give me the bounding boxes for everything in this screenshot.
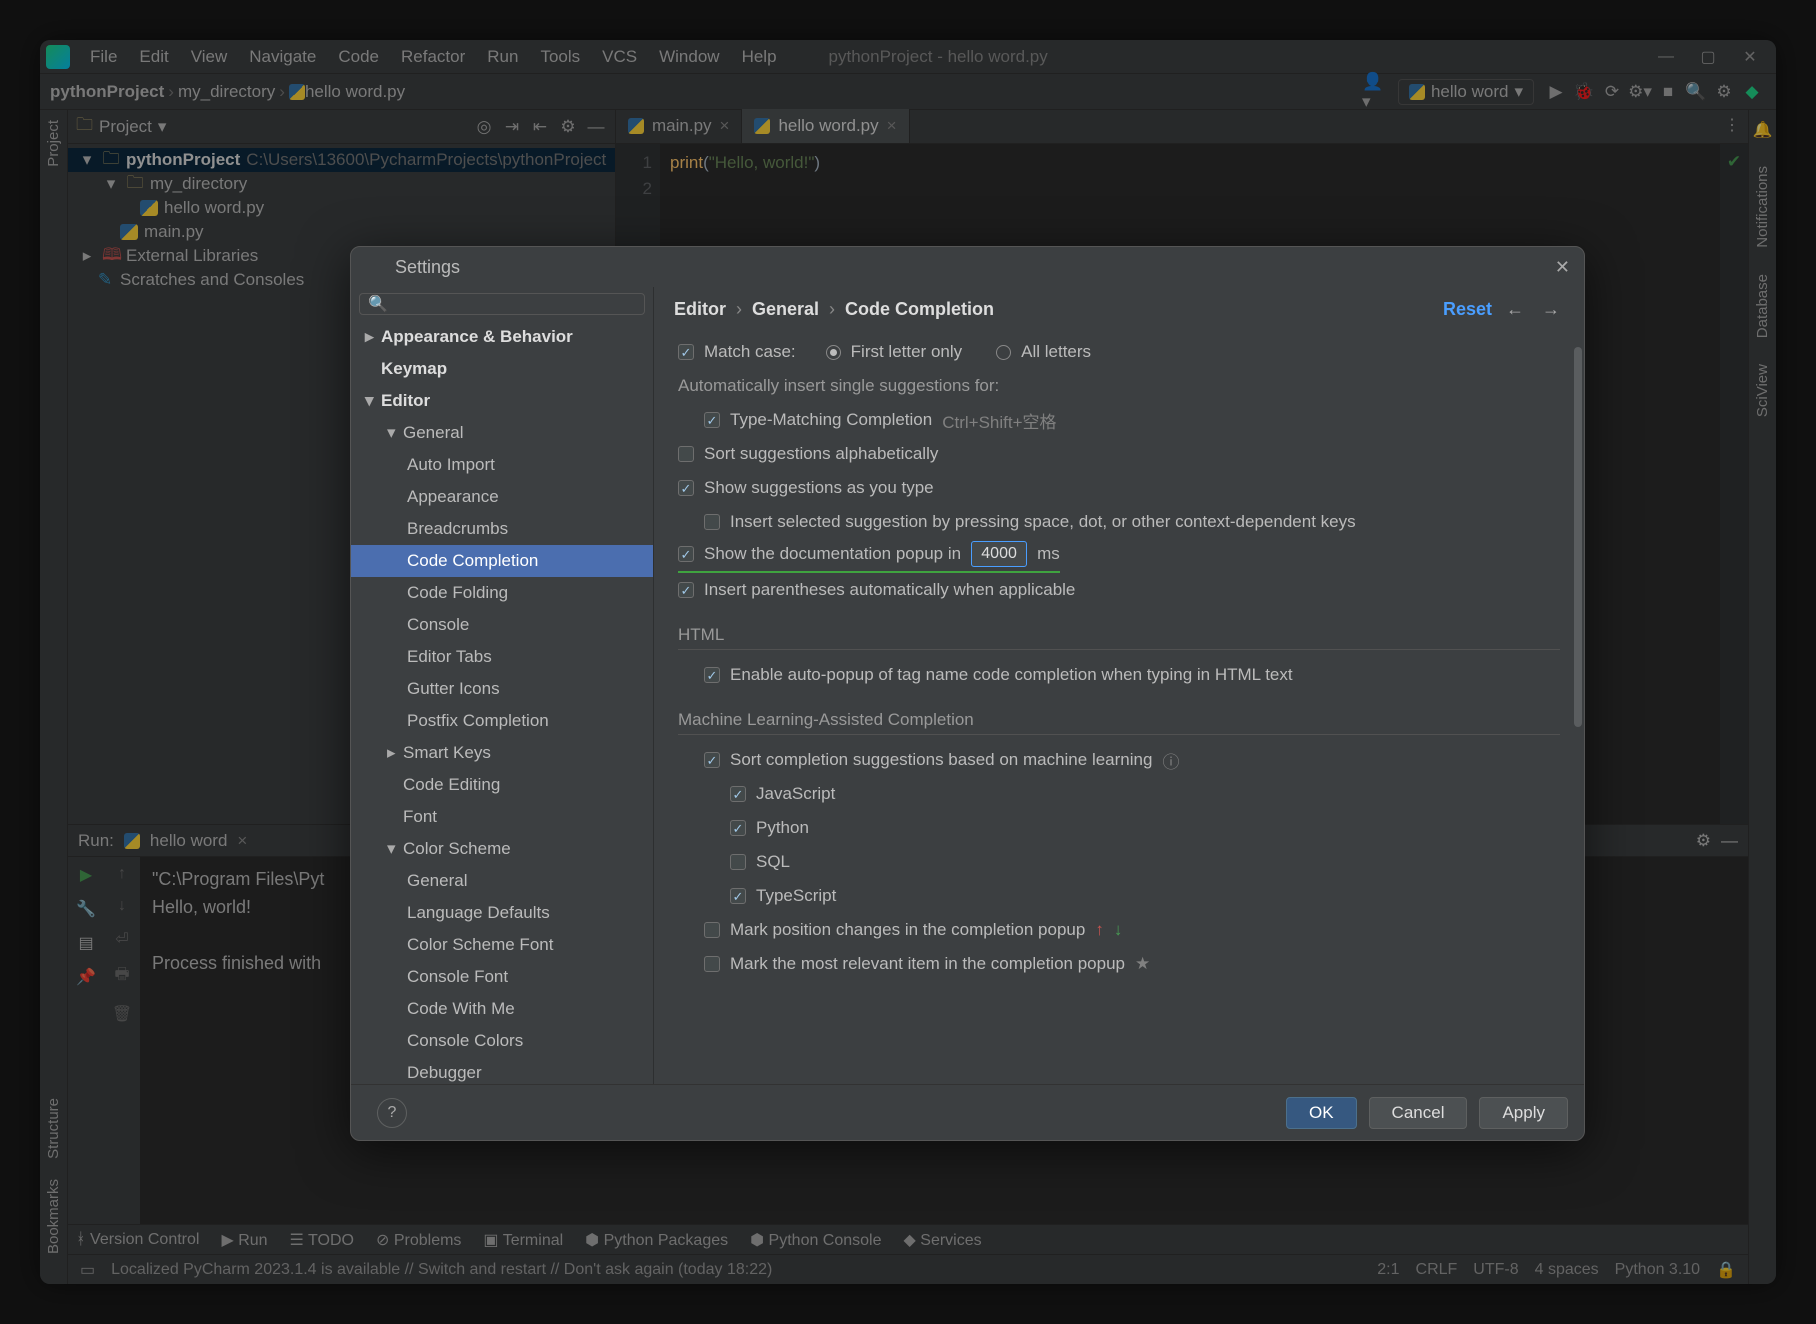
checkbox-ml-py[interactable] [730, 820, 746, 836]
nav-back-icon[interactable]: ← [1502, 299, 1528, 320]
checkbox-show-doc[interactable] [678, 546, 694, 562]
checkbox-insert-paren[interactable] [678, 582, 694, 598]
label-insert-selected: Insert selected suggestion by pressing s… [730, 512, 1356, 532]
section-ml: Machine Learning-Assisted Completion [678, 710, 1560, 735]
checkbox-ml-ts[interactable] [730, 888, 746, 904]
label-sort-alpha: Sort suggestions alphabetically [704, 444, 938, 464]
label-show-suggestions: Show suggestions as you type [704, 478, 934, 498]
checkbox-mark-relevant[interactable] [704, 956, 720, 972]
checkbox-insert-selected[interactable] [704, 514, 720, 530]
label-show-doc-post: ms [1037, 544, 1060, 564]
cat-cs-console-font[interactable]: Console Font [351, 961, 653, 993]
settings-tree: 🔍 ▸Appearance & Behavior Keymap ▾Editor … [351, 287, 654, 1084]
cat-cs-general[interactable]: General [351, 865, 653, 897]
label-all-letters: All letters [1021, 342, 1091, 362]
cat-general[interactable]: ▾General [351, 417, 653, 449]
search-icon: 🔍 [368, 294, 388, 314]
label-ml-py: Python [756, 818, 809, 838]
label-insert-paren: Insert parentheses automatically when ap… [704, 580, 1075, 600]
dialog-titlebar: Settings ✕ [351, 247, 1584, 287]
label-show-doc-pre: Show the documentation popup in [704, 544, 961, 564]
scrollbar-thumb[interactable] [1574, 347, 1582, 727]
checkbox-show-suggestions[interactable] [678, 480, 694, 496]
cat-code-completion[interactable]: Code Completion [351, 545, 653, 577]
label-first-letter: First letter only [851, 342, 962, 362]
label-mark-relevant: Mark the most relevant item in the compl… [730, 954, 1125, 974]
cat-cs-font[interactable]: Color Scheme Font [351, 929, 653, 961]
cat-cs-console-colors[interactable]: Console Colors [351, 1025, 653, 1057]
checkbox-ml-sort[interactable] [704, 752, 720, 768]
cat-font[interactable]: Font [351, 801, 653, 833]
label-ml-sql: SQL [756, 852, 790, 872]
label-match-case: Match case: [704, 342, 796, 362]
crumb-editor[interactable]: Editor [674, 299, 726, 320]
cat-smart-keys[interactable]: ▸Smart Keys [351, 737, 653, 769]
checkbox-ml-js[interactable] [730, 786, 746, 802]
cat-editor-tabs[interactable]: Editor Tabs [351, 641, 653, 673]
cat-editor[interactable]: ▾Editor [351, 385, 653, 417]
cat-postfix[interactable]: Postfix Completion [351, 705, 653, 737]
settings-content: Match case: First letter only All letter… [654, 331, 1584, 1084]
cat-gutter[interactable]: Gutter Icons [351, 673, 653, 705]
hint-type-matching: Ctrl+Shift+空格 [942, 408, 1056, 433]
app-logo-icon [365, 257, 385, 277]
radio-all-letters[interactable] [996, 345, 1011, 360]
nav-forward-icon: → [1538, 299, 1564, 320]
label-ml-ts: TypeScript [756, 886, 836, 906]
cat-cs-lang[interactable]: Language Defaults [351, 897, 653, 929]
ok-button[interactable]: OK [1286, 1097, 1357, 1129]
cat-appearance[interactable]: ▸Appearance & Behavior [351, 321, 653, 353]
label-ml-js: JavaScript [756, 784, 835, 804]
checkbox-type-matching[interactable] [704, 412, 720, 428]
crumb-general[interactable]: General [752, 299, 819, 320]
cat-keymap[interactable]: Keymap [351, 353, 653, 385]
label-html-popup: Enable auto-popup of tag name code compl… [730, 665, 1293, 685]
settings-search-input[interactable]: 🔍 [359, 293, 645, 315]
section-html: HTML [678, 625, 1560, 650]
settings-breadcrumb: Editor › General › Code Completion Reset… [654, 287, 1584, 331]
dialog-close-icon[interactable]: ✕ [1555, 257, 1570, 278]
reset-button[interactable]: Reset [1443, 299, 1492, 320]
checkbox-html-popup[interactable] [704, 667, 720, 683]
checkbox-match-case[interactable] [678, 344, 694, 360]
dialog-title: Settings [395, 257, 460, 278]
cat-code-editing[interactable]: Code Editing [351, 769, 653, 801]
settings-dialog: Settings ✕ 🔍 ▸Appearance & Behavior Keym… [350, 246, 1585, 1141]
radio-first-letter[interactable] [826, 345, 841, 360]
cat-breadcrumbs[interactable]: Breadcrumbs [351, 513, 653, 545]
cat-console[interactable]: Console [351, 609, 653, 641]
checkbox-ml-sql[interactable] [730, 854, 746, 870]
checkbox-sort-alpha[interactable] [678, 446, 694, 462]
apply-button[interactable]: Apply [1479, 1097, 1568, 1129]
cat-color-scheme[interactable]: ▾Color Scheme [351, 833, 653, 865]
help-button[interactable]: ? [377, 1098, 407, 1128]
cat-auto-import[interactable]: Auto Import [351, 449, 653, 481]
label-mark-position: Mark position changes in the completion … [730, 920, 1085, 940]
cat-appearance2[interactable]: Appearance [351, 481, 653, 513]
cat-cs-cwm[interactable]: Code With Me [351, 993, 653, 1025]
help-icon[interactable]: ⓘ [1162, 748, 1179, 773]
dialog-footer: ? OK Cancel Apply [351, 1084, 1584, 1140]
label-auto-insert: Automatically insert single suggestions … [678, 376, 999, 396]
cat-code-folding[interactable]: Code Folding [351, 577, 653, 609]
crumb-code-completion: Code Completion [845, 299, 994, 320]
input-doc-delay[interactable] [971, 541, 1027, 567]
label-ml-sort: Sort completion suggestions based on mac… [730, 750, 1152, 770]
label-type-matching: Type-Matching Completion [730, 410, 932, 430]
cancel-button[interactable]: Cancel [1369, 1097, 1468, 1129]
checkbox-mark-position[interactable] [704, 922, 720, 938]
